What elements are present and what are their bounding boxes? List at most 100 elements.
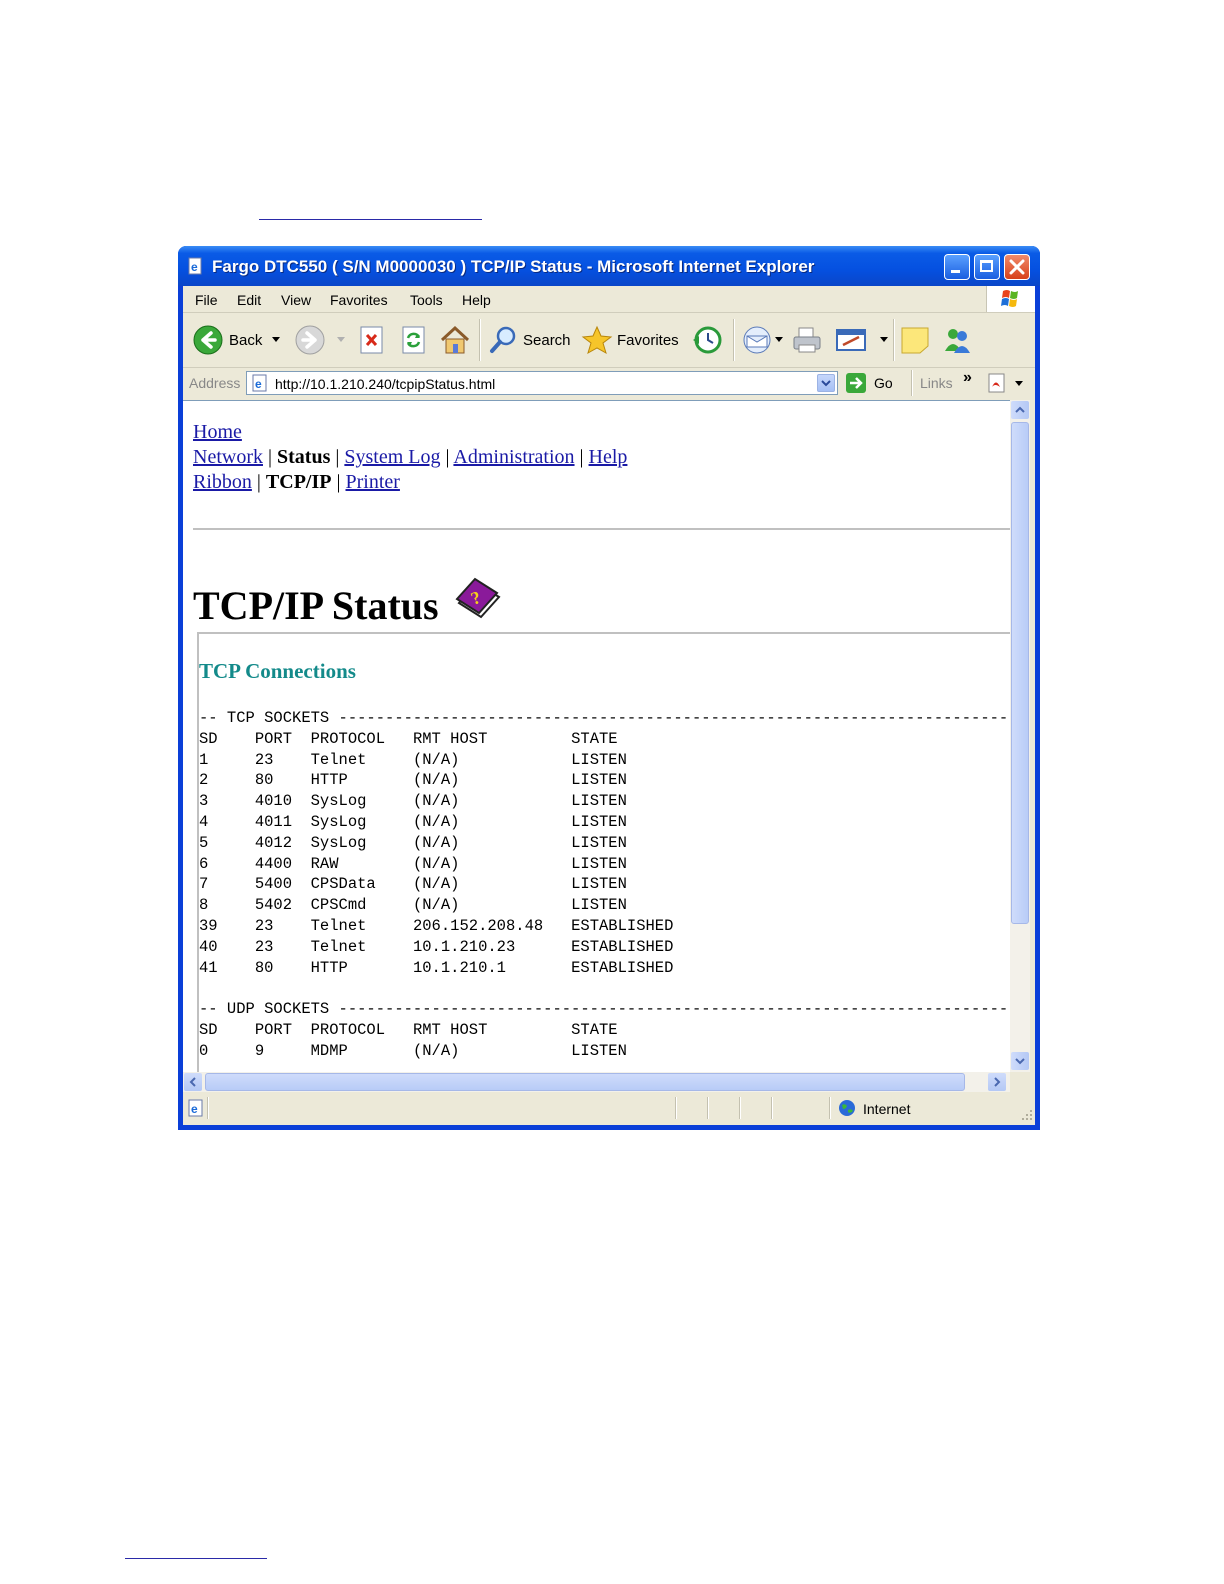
help-book-icon[interactable]: ?: [455, 577, 501, 621]
status-divider: [675, 1097, 677, 1119]
table-cell: SysLog: [310, 833, 413, 852]
mail-icon[interactable]: [741, 325, 773, 355]
table-row: 39 23 Telnet 206.152.208.48 ESTABLISHED: [199, 917, 673, 935]
nav-ribbon-link[interactable]: Ribbon: [193, 471, 252, 493]
back-arrow-icon[interactable]: [193, 325, 223, 355]
menu-view[interactable]: View: [281, 292, 311, 308]
scroll-left-button[interactable]: [184, 1073, 202, 1091]
scroll-down-button[interactable]: [1011, 1052, 1029, 1070]
vertical-scroll-thumb[interactable]: [1011, 422, 1029, 924]
table-row: 5 4012 SysLog (N/A) LISTEN: [199, 834, 627, 852]
search-label[interactable]: Search: [523, 332, 571, 349]
table-row: 41 80 HTTP 10.1.210.1 ESTABLISHED: [199, 959, 673, 977]
address-url[interactable]: http://10.1.210.240/tcpipStatus.html: [275, 376, 495, 392]
mail-dropdown-icon[interactable]: [775, 337, 783, 342]
stop-icon[interactable]: [359, 326, 385, 354]
title-bar[interactable]: e Fargo DTC550 ( S/N M0000030 ) TCP/IP S…: [178, 246, 1040, 286]
table-cell: SysLog: [310, 812, 413, 831]
table-cell: RAW: [310, 854, 413, 873]
forward-dropdown-icon[interactable]: [337, 337, 345, 342]
edit-icon[interactable]: [835, 325, 867, 355]
table-row: 4 4011 SysLog (N/A) LISTEN: [199, 813, 627, 831]
table-cell: 206.152.208.48: [412, 916, 572, 935]
links-separator: [911, 370, 913, 396]
table-cell: (N/A): [412, 750, 572, 769]
messenger-icon[interactable]: [941, 325, 973, 355]
page-status-icon: e: [188, 1099, 203, 1117]
table-cell: 4012: [254, 833, 311, 852]
tcp-sockets-heading: -- TCP SOCKETS -------------------------…: [199, 709, 1009, 727]
acrobat-icon[interactable]: [986, 372, 1008, 394]
history-icon[interactable]: [691, 325, 723, 355]
table-cell: 9: [254, 1041, 311, 1060]
horizontal-scrollbar[interactable]: [183, 1072, 1010, 1092]
menu-file[interactable]: File: [195, 292, 218, 308]
status-divider: [207, 1097, 209, 1119]
links-chevron[interactable]: »: [963, 369, 972, 387]
minimize-button[interactable]: [944, 254, 970, 280]
close-button[interactable]: [1004, 254, 1030, 280]
back-dropdown-icon[interactable]: [272, 337, 280, 342]
go-label[interactable]: Go: [874, 375, 893, 391]
column-header: PORT: [254, 729, 311, 748]
nav-printer-link[interactable]: Printer: [346, 471, 400, 493]
address-dropdown-button[interactable]: [817, 374, 835, 392]
table-cell: 3: [199, 792, 255, 811]
table-cell: LISTEN: [571, 1041, 627, 1060]
table-cell: (N/A): [412, 792, 572, 811]
status-divider: [707, 1097, 709, 1119]
resize-grip-icon[interactable]: [1019, 1107, 1033, 1121]
divider: [193, 528, 1010, 530]
table-cell: LISTEN: [571, 812, 627, 831]
nav-network-link[interactable]: Network: [193, 446, 263, 468]
table-cell: CPSCmd: [310, 896, 413, 915]
forward-arrow-icon[interactable]: [295, 325, 325, 355]
favorites-star-icon[interactable]: [581, 325, 613, 355]
udp-sockets-table: SD PORT PROTOCOL RMT HOST STATE 0 9 MDMP…: [199, 1021, 627, 1060]
menu-help[interactable]: Help: [462, 292, 491, 308]
column-header: RMT HOST: [412, 729, 572, 748]
acrobat-dropdown-icon[interactable]: [1015, 381, 1023, 386]
refresh-icon[interactable]: [401, 326, 427, 354]
table-cell: 5: [199, 833, 255, 852]
windows-logo: [986, 286, 1035, 312]
close-icon: [1009, 259, 1025, 275]
table-cell: 8: [199, 896, 255, 915]
vertical-scrollbar[interactable]: [1010, 400, 1030, 1072]
scroll-right-button[interactable]: [988, 1073, 1006, 1091]
back-label[interactable]: Back: [229, 332, 262, 349]
favorites-label[interactable]: Favorites: [617, 332, 679, 349]
globe-icon: [839, 1100, 855, 1116]
links-label[interactable]: Links: [920, 375, 953, 391]
chevron-right-icon: [994, 1077, 1001, 1087]
horizontal-scroll-thumb[interactable]: [205, 1073, 965, 1091]
maximize-button[interactable]: [974, 254, 1000, 280]
table-cell: 41: [199, 958, 255, 977]
status-divider: [771, 1097, 773, 1119]
menu-favorites[interactable]: Favorites: [330, 292, 388, 308]
column-header: STATE: [571, 729, 618, 748]
nav-separator: |: [336, 471, 341, 493]
svg-text:e: e: [191, 1102, 198, 1116]
table-cell: Telnet: [310, 750, 413, 769]
nav-home-link[interactable]: Home: [193, 421, 242, 443]
nav-help-link[interactable]: Help: [589, 446, 628, 468]
go-arrow-icon[interactable]: [845, 372, 867, 394]
scroll-up-button[interactable]: [1011, 401, 1029, 419]
edit-dropdown-icon[interactable]: [880, 337, 888, 342]
print-icon[interactable]: [791, 325, 823, 355]
udp-sockets-block: -- UDP SOCKETS -------------------------…: [199, 999, 1008, 1061]
search-icon[interactable]: [488, 325, 518, 355]
home-icon[interactable]: [439, 325, 471, 355]
nav-system-log-link[interactable]: System Log: [344, 446, 440, 468]
status-divider: [829, 1097, 831, 1119]
menu-tools[interactable]: Tools: [410, 292, 443, 308]
nav-administration-link[interactable]: Administration: [453, 446, 574, 468]
address-input[interactable]: e http://10.1.210.240/tcpipStatus.html: [246, 371, 838, 395]
nav-separator: |: [256, 471, 261, 493]
discuss-note-icon[interactable]: [899, 325, 931, 355]
table-cell: 80: [254, 771, 311, 790]
table-cell: 23: [254, 916, 311, 935]
table-cell: 7: [199, 875, 255, 894]
menu-edit[interactable]: Edit: [237, 292, 261, 308]
